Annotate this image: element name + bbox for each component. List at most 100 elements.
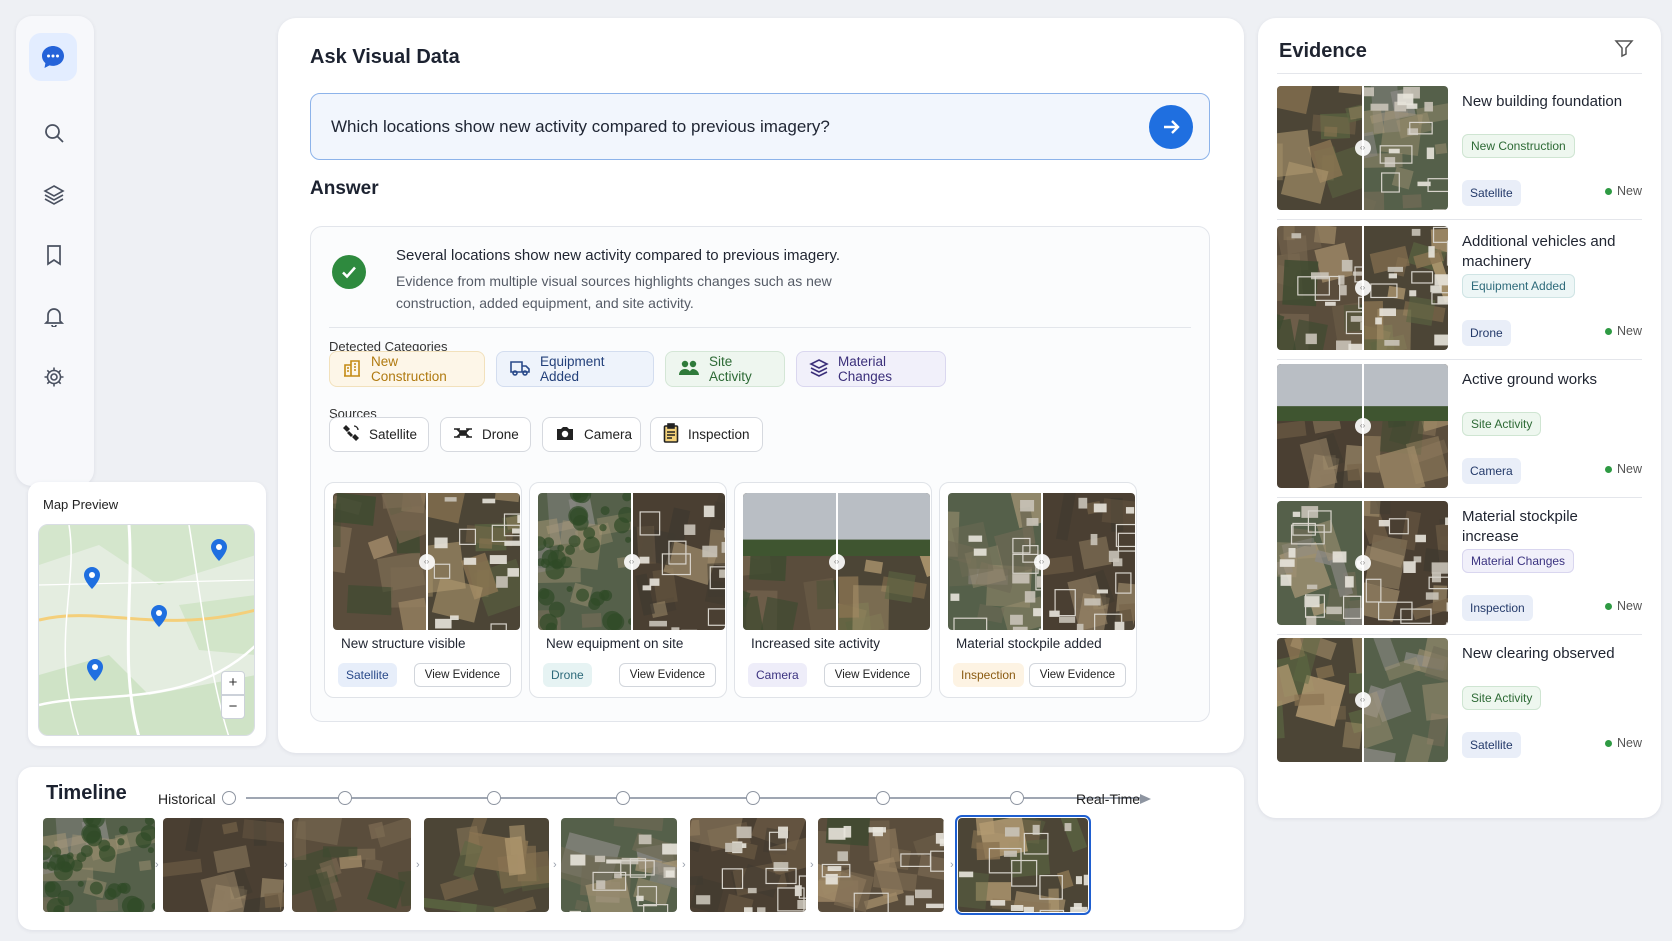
- check-circle-icon: [332, 255, 366, 289]
- source-chip[interactable]: Camera: [542, 417, 641, 452]
- query-input[interactable]: Which locations show new activity compar…: [310, 93, 1210, 160]
- timeline-start-label: Historical: [158, 791, 216, 807]
- divider: [1277, 634, 1642, 635]
- before-after-image[interactable]: ‹›: [1277, 364, 1448, 488]
- bookmark-icon[interactable]: [40, 241, 68, 269]
- status-badge: New: [1604, 462, 1642, 476]
- frame-arrow-icon: ›: [950, 859, 954, 871]
- truck-icon: [509, 358, 531, 381]
- source-chip[interactable]: Satellite: [329, 417, 429, 452]
- divider: [329, 327, 1191, 328]
- timeline-marker[interactable]: [1010, 791, 1024, 805]
- timeline-frame[interactable]: [292, 818, 411, 912]
- gear-icon[interactable]: [40, 363, 68, 391]
- bell-icon[interactable]: [40, 302, 68, 330]
- map-canvas[interactable]: + −: [38, 524, 255, 736]
- zoom-out-button[interactable]: −: [221, 695, 245, 719]
- category-tag: Material Changes: [1462, 549, 1575, 573]
- evidence-list-item[interactable]: ‹› New building foundation New Construct…: [1277, 86, 1642, 216]
- view-evidence-button[interactable]: View Evidence: [823, 663, 921, 687]
- answer-panel: Several locations show new activity comp…: [310, 226, 1210, 722]
- source-tag: Camera: [748, 663, 807, 687]
- evidence-title: Additional vehicles and machinery: [1462, 233, 1616, 270]
- people-icon: [678, 358, 700, 381]
- before-after-image[interactable]: ‹›: [333, 493, 520, 630]
- divider: [1277, 497, 1642, 498]
- divider: [1277, 359, 1642, 360]
- map-pin[interactable]: [151, 605, 167, 632]
- source-chip[interactable]: Drone: [440, 417, 531, 452]
- timeline-panel: Timeline Historical Real-Time › › › › › › ›: [18, 767, 1244, 930]
- source-label: Drone: [482, 427, 519, 442]
- evidence-list-item[interactable]: ‹› Active ground works Site Activity Cam…: [1277, 364, 1642, 494]
- timeline-marker[interactable]: [222, 791, 236, 805]
- ask-visual-data-panel: Ask Visual Data Which locations show new…: [278, 18, 1244, 753]
- timeline-frame[interactable]: [424, 818, 549, 912]
- category-tag: New Construction: [1462, 134, 1575, 158]
- category-tag: Equipment Added: [1462, 274, 1575, 298]
- before-after-image[interactable]: ‹›: [1277, 86, 1448, 210]
- timeline-marker[interactable]: [338, 791, 352, 805]
- evidence-card[interactable]: ‹› New structure visible Satellite View …: [324, 482, 522, 698]
- submit-query-button[interactable]: [1149, 105, 1193, 149]
- category-chip[interactable]: Equipment Added: [496, 351, 654, 387]
- status-label: New: [1616, 184, 1642, 198]
- frame-arrow-icon: ›: [553, 859, 557, 871]
- timeline-title: Timeline: [46, 782, 127, 804]
- view-evidence-button[interactable]: View Evidence: [1028, 663, 1126, 687]
- timeline-frame[interactable]: [690, 818, 806, 912]
- before-after-image[interactable]: ‹›: [948, 493, 1135, 630]
- timeline-marker[interactable]: [616, 791, 630, 805]
- timeline-marker[interactable]: [876, 791, 890, 805]
- category-chip[interactable]: Site Activity: [665, 351, 785, 387]
- evidence-card[interactable]: ‹› Increased site activity Camera View E…: [734, 482, 932, 698]
- timeline-frame[interactable]: [955, 815, 1091, 915]
- map-pin[interactable]: [87, 659, 103, 686]
- evidence-list-item[interactable]: ‹› Material stockpile increase Material …: [1277, 501, 1642, 631]
- search-icon[interactable]: [40, 119, 68, 147]
- query-text[interactable]: Which locations show new activity compar…: [331, 117, 830, 137]
- source-badge: Camera: [1462, 458, 1521, 484]
- timeline-marker[interactable]: [487, 791, 501, 805]
- view-evidence-button[interactable]: View Evidence: [618, 663, 716, 687]
- evidence-title: New clearing observed: [1462, 645, 1615, 662]
- evidence-title: Material stockpile increase: [1462, 508, 1578, 545]
- evidence-list-item[interactable]: ‹› New clearing observed Site Activity S…: [1277, 638, 1642, 768]
- building-icon: [342, 358, 362, 381]
- map-pin[interactable]: [84, 567, 100, 594]
- arrow-right-icon: [1164, 120, 1180, 134]
- frame-arrow-icon: ›: [682, 859, 686, 871]
- category-chip[interactable]: New Construction: [329, 351, 485, 387]
- drone-icon: [453, 424, 473, 445]
- layers-icon[interactable]: [40, 180, 68, 208]
- source-label: Camera: [584, 427, 633, 442]
- category-chip[interactable]: Material Changes: [796, 351, 946, 387]
- before-after-image[interactable]: ‹›: [1277, 638, 1448, 762]
- source-chip[interactable]: Inspection: [650, 417, 763, 452]
- view-evidence-button[interactable]: View Evidence: [413, 663, 511, 687]
- map-pin[interactable]: [211, 539, 227, 566]
- zoom-in-button[interactable]: +: [221, 671, 245, 695]
- timeline-marker[interactable]: [746, 791, 760, 805]
- source-badge: Inspection: [1462, 595, 1533, 621]
- before-after-image[interactable]: ‹›: [743, 493, 930, 630]
- source-badge: Satellite: [1462, 180, 1521, 206]
- filter-icon[interactable]: [1614, 38, 1634, 63]
- source-tag: Satellite: [338, 663, 397, 687]
- status-label: New: [1616, 599, 1642, 613]
- timeline-frame[interactable]: [818, 818, 944, 912]
- chat-logo-icon[interactable]: [29, 33, 77, 81]
- timeline-frame[interactable]: [163, 818, 284, 912]
- status-dot-icon: [1604, 188, 1612, 196]
- evidence-card[interactable]: ‹› Material stockpile added Inspection V…: [939, 482, 1137, 698]
- source-badge: Drone: [1462, 320, 1511, 346]
- evidence-list-item[interactable]: ‹› Additional vehicles and machinery Equ…: [1277, 226, 1642, 356]
- before-after-image[interactable]: ‹›: [1277, 501, 1448, 625]
- status-badge: New: [1604, 736, 1642, 750]
- before-after-image[interactable]: ‹›: [1277, 226, 1448, 350]
- evidence-title: Active ground works: [1462, 371, 1598, 388]
- timeline-frame[interactable]: [561, 818, 677, 912]
- timeline-frame[interactable]: [43, 818, 155, 912]
- before-after-image[interactable]: ‹›: [538, 493, 725, 630]
- evidence-card[interactable]: ‹› New equipment on site Drone View Evid…: [529, 482, 727, 698]
